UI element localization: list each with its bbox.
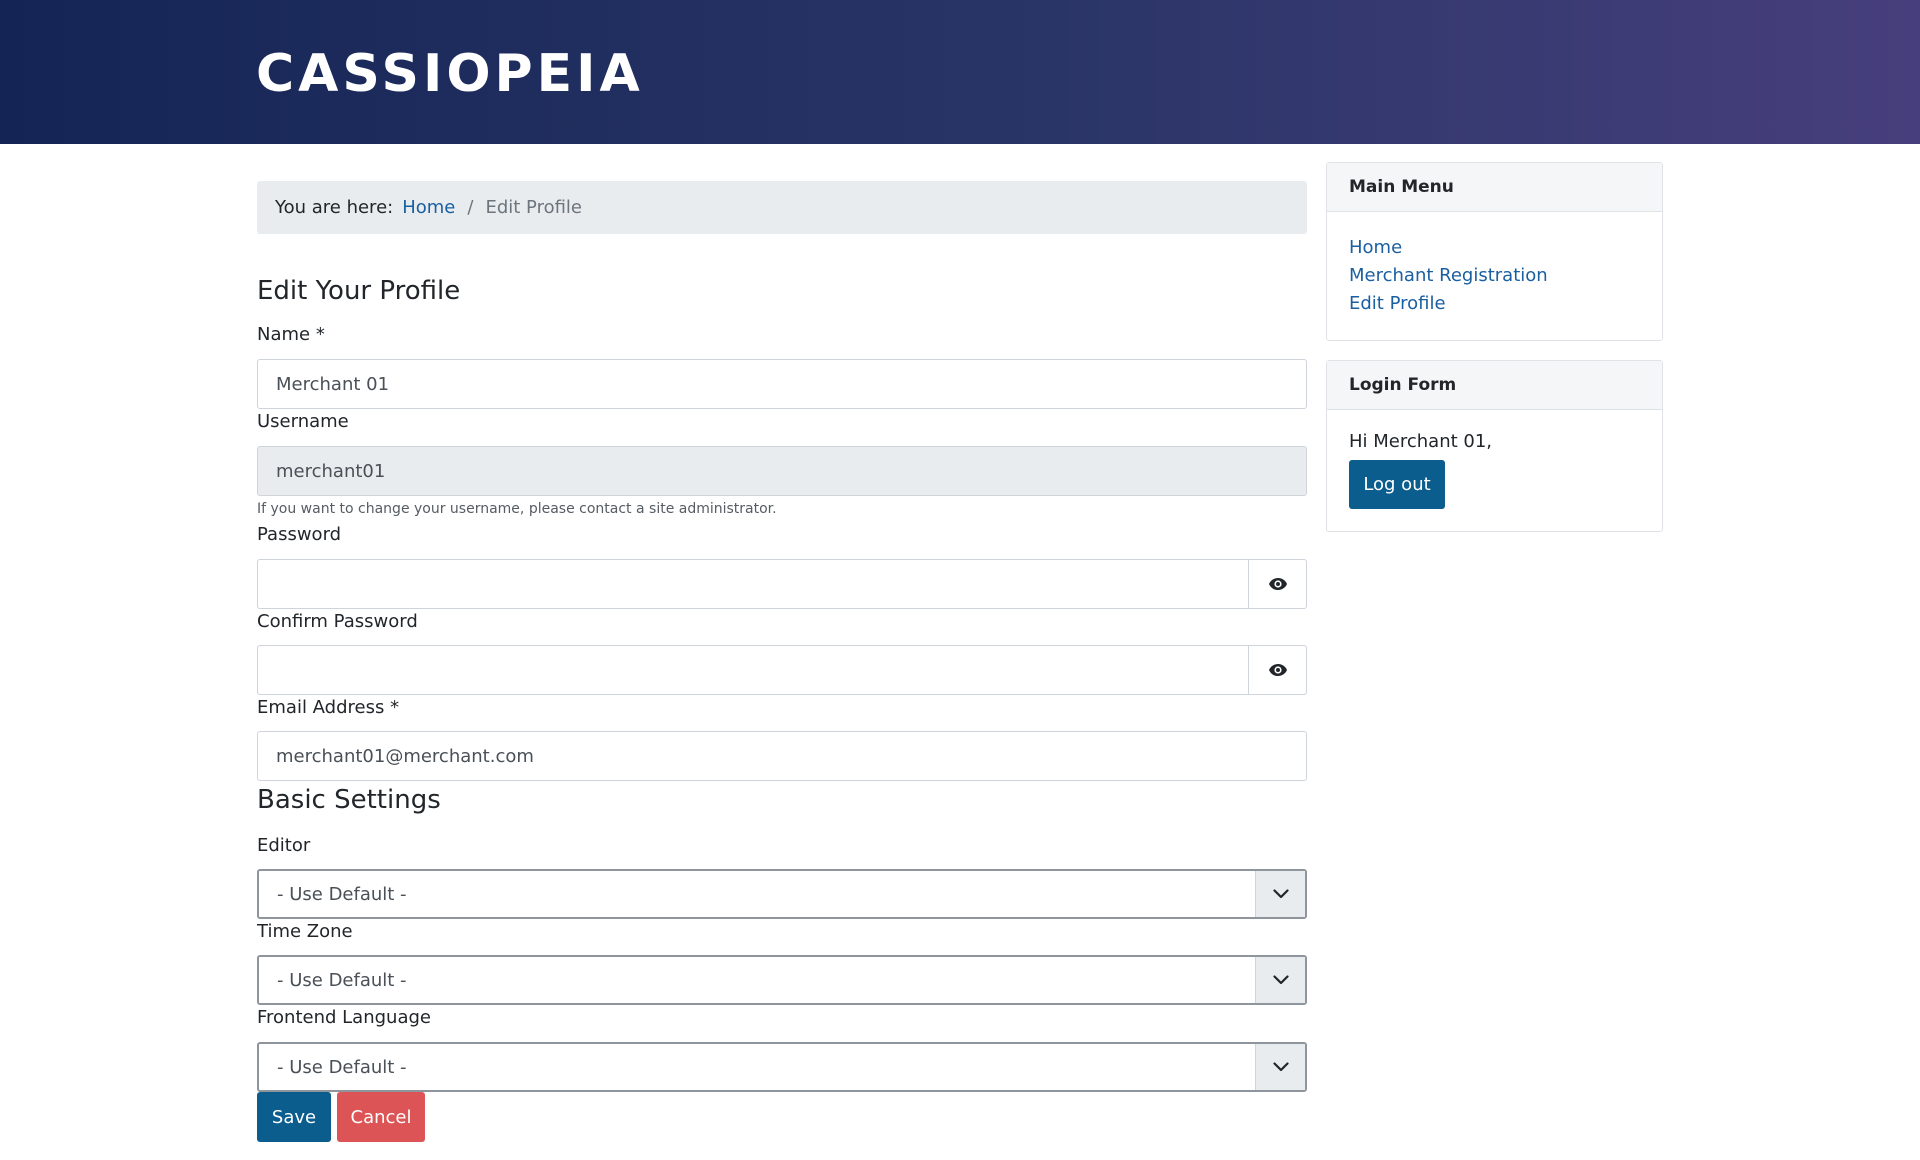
eye-icon <box>1268 578 1287 590</box>
confirm-password-input[interactable] <box>257 645 1248 695</box>
email-input[interactable] <box>257 731 1307 781</box>
main-menu-card: Main Menu Home Merchant Registration Edi… <box>1326 162 1663 341</box>
password-visibility-toggle[interactable] <box>1248 559 1307 609</box>
breadcrumb-current: Edit Profile <box>485 197 583 218</box>
breadcrumb-separator: / <box>467 197 474 218</box>
login-form-card: Login Form Hi Merchant 01, Log out <box>1326 360 1663 532</box>
password-label: Password <box>257 524 342 545</box>
username-input <box>257 446 1307 496</box>
timezone-label: Time Zone <box>257 921 353 942</box>
confirm-password-group <box>257 645 1307 695</box>
email-label: Email Address * <box>257 697 400 718</box>
username-help-text: If you want to change your username, ple… <box>257 501 777 517</box>
chevron-down-icon <box>1255 871 1305 917</box>
main-content: You are here: Home / Edit Profile Edit Y… <box>257 181 1307 1142</box>
language-select-value: - Use Default - <box>277 1056 407 1078</box>
breadcrumb-prefix: You are here: <box>275 197 394 218</box>
editor-select[interactable]: - Use Default - <box>257 869 1307 919</box>
menu-item-home[interactable]: Home <box>1349 234 1640 262</box>
site-brand[interactable]: CASSIOPEIA <box>256 44 644 104</box>
breadcrumb: You are here: Home / Edit Profile <box>257 181 1307 234</box>
confirm-password-visibility-toggle[interactable] <box>1248 645 1307 695</box>
password-group <box>257 559 1307 609</box>
name-input[interactable] <box>257 359 1307 409</box>
site-header: CASSIOPEIA <box>0 0 1920 144</box>
menu-item-merchant-registration[interactable]: Merchant Registration <box>1349 262 1640 290</box>
password-input[interactable] <box>257 559 1248 609</box>
cancel-button[interactable]: Cancel <box>337 1092 425 1142</box>
timezone-select-value: - Use Default - <box>277 969 407 991</box>
login-form-title: Login Form <box>1327 361 1662 410</box>
name-label: Name * <box>257 324 325 345</box>
language-label: Frontend Language <box>257 1007 431 1028</box>
page-title: Edit Your Profile <box>257 276 461 306</box>
editor-select-value: - Use Default - <box>277 883 407 905</box>
language-select[interactable]: - Use Default - <box>257 1042 1307 1092</box>
timezone-select[interactable]: - Use Default - <box>257 955 1307 1005</box>
breadcrumb-home-link[interactable]: Home <box>402 197 455 218</box>
main-menu-title: Main Menu <box>1327 163 1662 212</box>
chevron-down-icon <box>1255 957 1305 1003</box>
confirm-password-label: Confirm Password <box>257 611 418 632</box>
basic-settings-heading: Basic Settings <box>257 785 441 815</box>
eye-icon <box>1268 664 1287 676</box>
username-label: Username <box>257 411 349 432</box>
logout-button[interactable]: Log out <box>1349 460 1445 509</box>
menu-item-edit-profile[interactable]: Edit Profile <box>1349 290 1640 318</box>
save-button[interactable]: Save <box>257 1092 331 1142</box>
chevron-down-icon <box>1255 1044 1305 1090</box>
greeting-text: Hi Merchant 01, <box>1349 431 1493 452</box>
editor-label: Editor <box>257 835 311 856</box>
